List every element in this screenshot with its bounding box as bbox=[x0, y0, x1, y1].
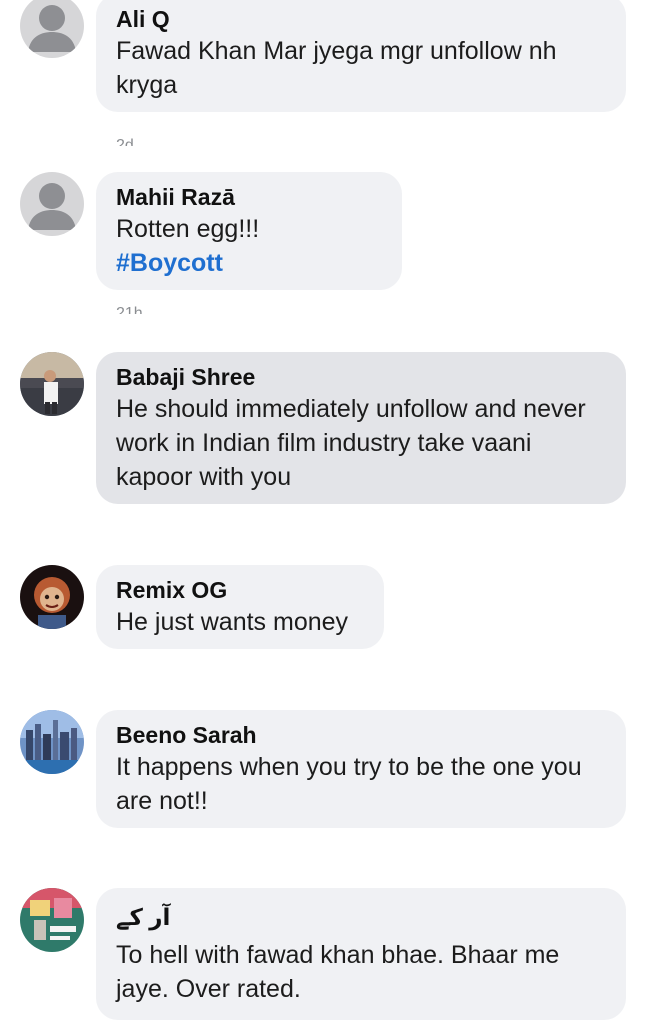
avatar[interactable] bbox=[20, 888, 84, 952]
comment-bubble[interactable]: Beeno Sarah It happens when you try to b… bbox=[96, 710, 626, 828]
comment-author[interactable]: Remix OG bbox=[116, 575, 364, 605]
photo-avatar-man-standing-icon bbox=[20, 352, 84, 416]
comment-bubble[interactable]: آر کے To hell with fawad khan bhae. Bhaa… bbox=[96, 888, 626, 1020]
comment-text: Fawad Khan Mar jyega mgr unfollow nh kry… bbox=[116, 37, 557, 99]
photo-avatar-poster-icon bbox=[20, 888, 84, 952]
comment-bubble[interactable]: Ali Q Fawad Khan Mar jyega mgr unfollow … bbox=[96, 0, 626, 112]
comment-author[interactable]: Beeno Sarah bbox=[116, 720, 606, 750]
avatar[interactable] bbox=[20, 352, 84, 416]
photo-avatar-city-icon bbox=[20, 710, 84, 774]
photo-avatar-doll-icon bbox=[20, 565, 84, 629]
comment-author[interactable]: Babaji Shree bbox=[116, 362, 606, 392]
hashtag-link[interactable]: #Boycott bbox=[116, 246, 382, 280]
comment-author[interactable]: Ali Q bbox=[116, 4, 606, 34]
avatar[interactable] bbox=[20, 172, 84, 236]
comment-bubble[interactable]: Remix OG He just wants money bbox=[96, 565, 384, 649]
comment-bubble[interactable]: Mahii Razā Rotten egg!!! #Boycott bbox=[96, 172, 402, 290]
comment-text: He should immediately unfollow and never… bbox=[116, 395, 586, 491]
comment-meta[interactable]: 21h bbox=[116, 306, 143, 314]
comment-author[interactable]: Mahii Razā bbox=[116, 182, 382, 212]
comment-bubble[interactable]: Babaji Shree He should immediately unfol… bbox=[96, 352, 626, 504]
comment-meta[interactable]: 2d bbox=[116, 138, 134, 146]
comment-text: Rotten egg!!! bbox=[116, 215, 260, 243]
comment-author[interactable]: آر کے bbox=[116, 898, 606, 938]
comment-text: To hell with fawad khan bhae. Bhaar me j… bbox=[116, 941, 560, 1003]
avatar[interactable] bbox=[20, 710, 84, 774]
default-avatar-icon bbox=[28, 5, 76, 52]
comment-text: He just wants money bbox=[116, 608, 349, 636]
avatar[interactable] bbox=[20, 565, 84, 629]
avatar[interactable] bbox=[20, 0, 84, 58]
comment-text: It happens when you try to be the one yo… bbox=[116, 753, 582, 815]
default-avatar-icon bbox=[28, 183, 76, 230]
